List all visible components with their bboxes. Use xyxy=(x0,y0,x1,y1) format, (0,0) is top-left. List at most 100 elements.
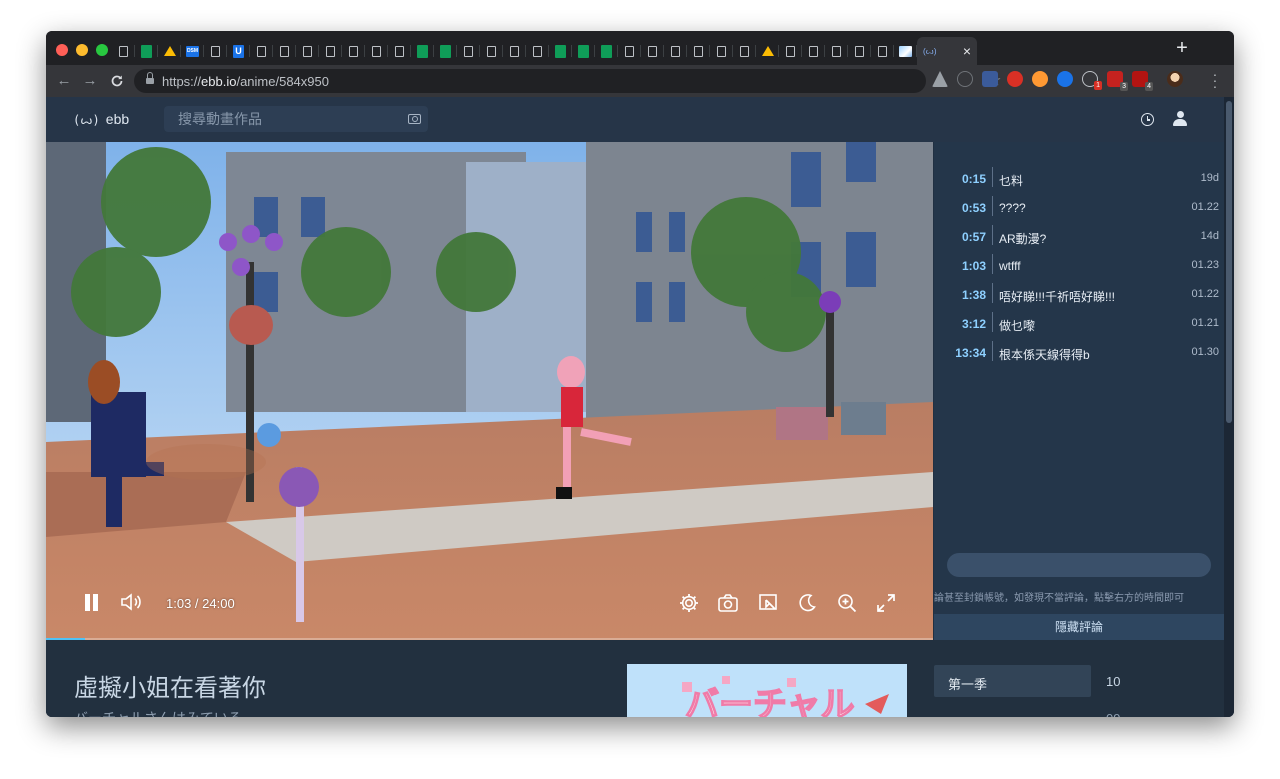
video-player[interactable]: 1:03 / 24:00 xyxy=(46,142,933,640)
browser-menu-icon[interactable]: · · · xyxy=(1210,67,1220,93)
screenshot-camera-icon[interactable] xyxy=(717,592,739,614)
record-extension-icon[interactable] xyxy=(1007,71,1023,87)
browser-tab[interactable] xyxy=(319,37,342,65)
new-tab-button[interactable]: + xyxy=(1171,37,1193,61)
browser-tab[interactable] xyxy=(273,37,296,65)
browser-tab[interactable] xyxy=(296,37,319,65)
comment-timestamp[interactable]: 0:57 xyxy=(962,230,986,244)
browser-tab[interactable] xyxy=(825,37,848,65)
comment-timestamp[interactable]: 0:53 xyxy=(962,201,986,215)
browser-tab[interactable] xyxy=(112,37,135,65)
comment-divider xyxy=(992,167,993,187)
browser-tab[interactable] xyxy=(894,37,917,65)
browser-tab[interactable] xyxy=(342,37,365,65)
season-selector[interactable]: 第一季 xyxy=(934,665,1091,697)
image-search-camera-icon[interactable] xyxy=(408,114,421,124)
search-input[interactable] xyxy=(178,110,398,128)
browser-tab[interactable] xyxy=(549,37,572,65)
browser-tab[interactable] xyxy=(158,37,181,65)
address-bar[interactable]: https://ebb.io/anime/584x950 ☆ xyxy=(134,69,1001,93)
browser-tab[interactable] xyxy=(802,37,825,65)
window-controls xyxy=(56,44,108,56)
comment-timestamp[interactable]: 1:03 xyxy=(962,259,986,273)
hide-comments-button[interactable]: 隱藏評論 xyxy=(934,614,1224,640)
comment-input[interactable] xyxy=(947,553,1211,577)
extension-badge: 4 xyxy=(1145,82,1153,91)
volume-icon[interactable] xyxy=(121,593,143,611)
history-clock-icon[interactable] xyxy=(1141,113,1154,126)
screen-extension-icon[interactable] xyxy=(982,71,998,87)
close-tab-icon[interactable]: × xyxy=(963,43,971,59)
pause-button[interactable] xyxy=(84,594,100,611)
adblock-extension-icon[interactable]: 3 xyxy=(1107,71,1128,91)
user-account-icon[interactable] xyxy=(1173,111,1187,127)
ebb-logo[interactable]: (ꙍ) ebb xyxy=(73,111,129,127)
maximize-window-button[interactable] xyxy=(96,44,108,56)
reload-button[interactable] xyxy=(107,71,127,91)
browser-tab[interactable] xyxy=(480,37,503,65)
browser-tab[interactable] xyxy=(457,37,480,65)
browser-tab[interactable] xyxy=(388,37,411,65)
comment-row[interactable]: 0:57 AR動漫? 14d xyxy=(934,222,1224,251)
fullscreen-icon[interactable] xyxy=(875,592,897,614)
comment-text: 根本係天線得得b xyxy=(999,348,1090,362)
comment-row[interactable]: 1:38 唔好睇!!!千祈唔好睇!!! 01.22 xyxy=(934,280,1224,309)
browser-tab[interactable] xyxy=(135,37,158,65)
ublock-extension-icon[interactable]: 4 xyxy=(1132,71,1153,91)
comment-row[interactable]: 0:53???? 01.22 xyxy=(934,193,1224,222)
comment-timestamp[interactable]: 13:34 xyxy=(955,346,986,360)
browser-tab[interactable] xyxy=(526,37,549,65)
browser-tab[interactable] xyxy=(848,37,871,65)
page-scrollbar[interactable] xyxy=(1224,97,1234,717)
browser-tab[interactable] xyxy=(250,37,273,65)
close-window-button[interactable] xyxy=(56,44,68,56)
browser-tab[interactable] xyxy=(595,37,618,65)
browser-tab[interactable] xyxy=(871,37,894,65)
active-browser-tab[interactable]: (ꙍ) × xyxy=(917,37,977,65)
zoom-in-icon[interactable] xyxy=(836,592,858,614)
browser-tab[interactable]: DSM xyxy=(181,37,204,65)
browser-tab[interactable] xyxy=(733,37,756,65)
doc-favicon-icon xyxy=(648,45,657,57)
comment-timestamp[interactable]: 0:15 xyxy=(962,172,986,186)
browser-tab[interactable] xyxy=(204,37,227,65)
settings-gear-icon[interactable] xyxy=(678,592,700,614)
mask-extension-icon[interactable]: 1 xyxy=(1082,71,1102,90)
browser-tab[interactable] xyxy=(618,37,641,65)
browser-tab[interactable] xyxy=(411,37,434,65)
comment-row[interactable]: 1:03 wtfff 01.23 xyxy=(934,251,1224,280)
browser-tab[interactable] xyxy=(687,37,710,65)
comment-timestamp[interactable]: 1:38 xyxy=(962,288,986,302)
doc-favicon-icon xyxy=(533,45,542,57)
comment-date: 14d xyxy=(1200,230,1219,242)
comment-row[interactable]: 3:12 做乜嚟 01.21 xyxy=(934,309,1224,338)
browser-tab[interactable] xyxy=(756,37,779,65)
forward-button[interactable]: → xyxy=(80,71,100,91)
poster-art: バーチャル xyxy=(627,664,907,717)
comment-timestamp[interactable]: 3:12 xyxy=(962,317,986,331)
logo-mark: (ꙍ) xyxy=(73,113,100,127)
dark-mode-moon-icon[interactable] xyxy=(796,592,818,614)
browser-tab[interactable] xyxy=(365,37,388,65)
browser-tab[interactable] xyxy=(641,37,664,65)
browser-tab[interactable] xyxy=(572,37,595,65)
comment-row[interactable]: 0:15 乜料 19d xyxy=(934,164,1224,193)
browser-tab[interactable] xyxy=(434,37,457,65)
orange-extension-icon[interactable] xyxy=(1032,71,1048,87)
browser-tab[interactable] xyxy=(503,37,526,65)
anime-poster[interactable]: バーチャル xyxy=(627,664,907,717)
toggle-comments-icon[interactable] xyxy=(757,592,779,614)
browser-tab[interactable] xyxy=(664,37,687,65)
comment-row[interactable]: 13:34 根本係天線得得b 01.30 xyxy=(934,338,1224,367)
drive-extension-icon[interactable] xyxy=(932,71,948,87)
browser-tab[interactable] xyxy=(710,37,733,65)
scrollbar-thumb[interactable] xyxy=(1226,101,1232,423)
url-text[interactable]: https://ebb.io/anime/584x950 xyxy=(162,74,329,89)
browser-tab[interactable] xyxy=(779,37,802,65)
browser-tab[interactable]: U xyxy=(227,37,250,65)
minimize-window-button[interactable] xyxy=(76,44,88,56)
profile-avatar[interactable] xyxy=(1167,71,1183,87)
play-extension-icon[interactable] xyxy=(1057,71,1073,87)
back-button[interactable]: ← xyxy=(54,71,74,91)
info-extension-icon[interactable] xyxy=(957,71,973,87)
